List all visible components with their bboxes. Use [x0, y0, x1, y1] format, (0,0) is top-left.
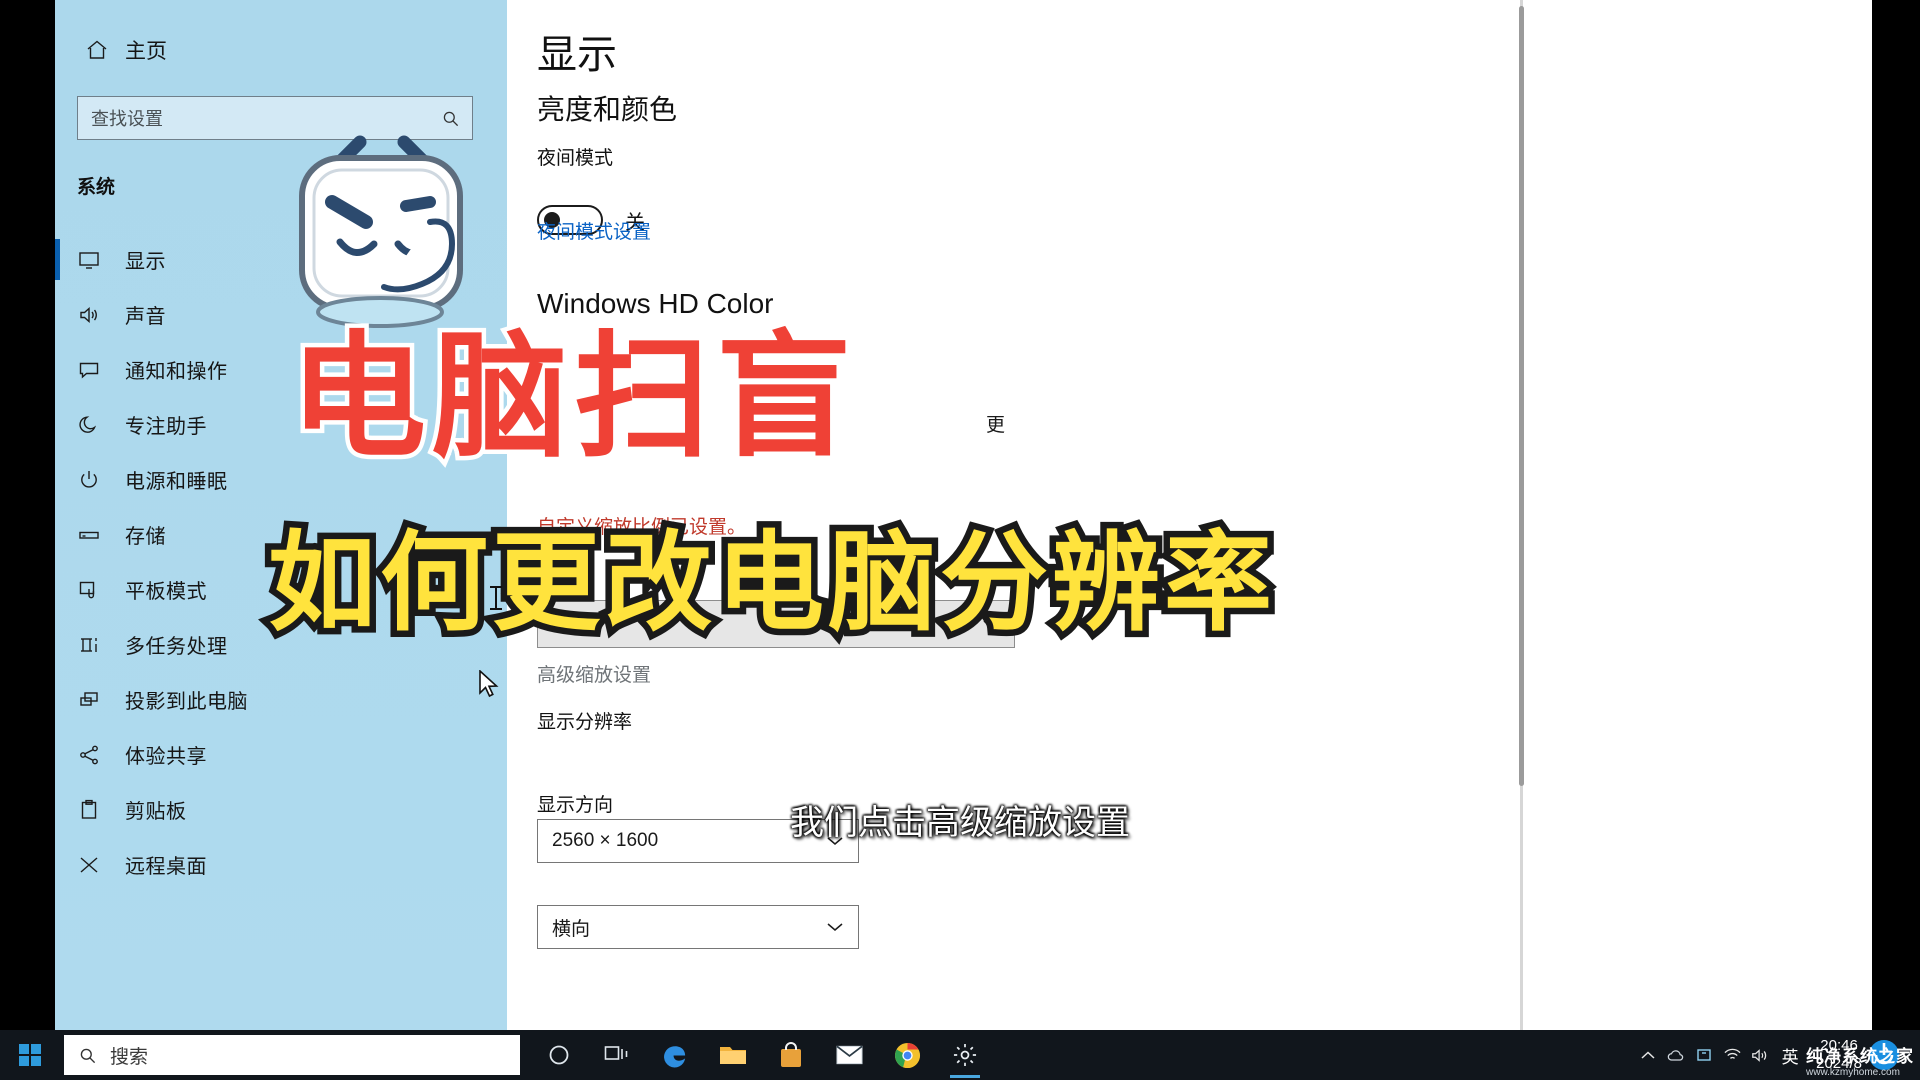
windows-start-icon[interactable]: [0, 1030, 60, 1080]
sidebar-item-label: 体验共享: [125, 746, 207, 768]
file-explorer-icon[interactable]: [704, 1030, 762, 1080]
sidebar-item-label: 投影到此电脑: [125, 691, 248, 713]
resolution-label: 显示分辨率: [537, 712, 633, 733]
watermark-url: www.kzmyhome.com: [1806, 1067, 1900, 1078]
storage-icon: [77, 523, 119, 547]
chevron-down-icon: [812, 922, 858, 932]
text-cursor-icon: [490, 586, 502, 610]
sidebar-item-label: 专注助手: [125, 416, 207, 438]
sidebar-item-label: 存储: [125, 526, 166, 548]
mouse-pointer-icon: [479, 670, 499, 698]
overlay-title-red: 电脑扫盲: [286, 319, 858, 477]
power-icon: [77, 468, 119, 492]
advanced-scaling-link[interactable]: 高级缩放设置: [537, 660, 651, 687]
cortana-icon[interactable]: [530, 1030, 588, 1080]
tablet-icon: [77, 578, 119, 602]
ime-icon[interactable]: 英: [1774, 1043, 1806, 1068]
onedrive-icon[interactable]: [1690, 1047, 1718, 1063]
scrollbar-thumb[interactable]: [1519, 6, 1524, 786]
cloud-icon[interactable]: [1662, 1049, 1690, 1062]
night-mode-settings-link[interactable]: 夜间模式设置: [537, 217, 651, 244]
sidebar-item-label: 声音: [125, 306, 166, 328]
bilibili-mascot: [299, 135, 463, 328]
watermark-text: 纯净系统之家: [1806, 1047, 1914, 1066]
windows-taskbar: 搜索 英 20:46 2024/8: [0, 1030, 1920, 1080]
screen-root: 主页 查找设置 系统 显示 声音 通知和操作 专注助手 电源和睡眠 存储 平板模…: [0, 0, 1920, 1080]
search-placeholder: 查找设置: [91, 109, 163, 129]
sidebar-item-remote-desktop[interactable]: 远程桌面: [55, 837, 507, 892]
taskbar-search-input[interactable]: 搜索: [64, 1035, 520, 1075]
network-icon[interactable]: [1718, 1048, 1746, 1062]
orientation-value: 横向: [552, 918, 591, 940]
sidebar-home[interactable]: 主页: [77, 30, 167, 70]
night-mode-label: 夜间模式: [537, 148, 614, 169]
chat-icon: [77, 358, 119, 382]
chevron-up-icon[interactable]: [1634, 1050, 1662, 1060]
vertical-scrollbar[interactable]: [1515, 0, 1529, 1030]
search-icon: [64, 1046, 110, 1065]
taskbar-search-placeholder: 搜索: [110, 1046, 149, 1068]
sidebar-home-label: 主页: [125, 40, 167, 63]
sidebar-item-label: 电源和睡眠: [125, 471, 228, 493]
sidebar-item-label: 多任务处理: [125, 636, 228, 658]
letterbox-left: [0, 0, 55, 1030]
sidebar-item-project-to-pc[interactable]: 投影到此电脑: [55, 672, 507, 727]
orientation-dropdown[interactable]: 横向: [537, 905, 859, 949]
site-watermark: 纯净系统之家 www.kzmyhome.com: [1806, 1042, 1914, 1078]
sidebar-item-shared-experiences[interactable]: 体验共享: [55, 727, 507, 782]
sidebar-item-label: 远程桌面: [125, 856, 207, 878]
multitask-icon: [77, 633, 119, 657]
section-windows-hd-color: Windows HD Color: [537, 288, 774, 319]
monitor-icon: [77, 248, 119, 272]
mail-icon[interactable]: [820, 1030, 878, 1080]
section-brightness-color: 亮度和颜色: [537, 94, 678, 125]
chrome-icon[interactable]: [878, 1030, 936, 1080]
sidebar-item-label: 显示: [125, 251, 166, 273]
sidebar-item-label: 平板模式: [125, 581, 207, 603]
remote-icon: [77, 853, 119, 877]
page-title: 显示: [537, 33, 617, 77]
sidebar-item-label: 通知和操作: [125, 361, 228, 383]
video-subtitle: 我们点击高级缩放设置: [790, 805, 1130, 842]
home-icon: [77, 38, 117, 62]
speaker-icon: [77, 303, 119, 327]
sidebar-group-label: 系统: [77, 177, 116, 198]
display-settings-content: 显示 亮度和颜色 夜间模式 关 夜间模式设置 Windows HD Color …: [507, 0, 1517, 1030]
volume-icon[interactable]: [1746, 1048, 1774, 1063]
letterbox-right: [1872, 0, 1920, 1030]
moon-icon: [77, 413, 119, 437]
task-view-icon[interactable]: [588, 1030, 646, 1080]
share-icon: [77, 743, 119, 767]
hdcolor-tail-text: 更: [986, 415, 1006, 436]
project-icon: [77, 688, 119, 712]
search-icon: [428, 109, 472, 128]
overlay-title-yellow: 如何更改电脑分辨率: [261, 521, 1278, 646]
settings-main: 显示 亮度和颜色 夜间模式 关 夜间模式设置 Windows HD Color …: [507, 0, 1872, 1030]
settings-gear-icon[interactable]: [936, 1030, 994, 1080]
edge-icon[interactable]: [646, 1030, 704, 1080]
store-icon[interactable]: [762, 1030, 820, 1080]
